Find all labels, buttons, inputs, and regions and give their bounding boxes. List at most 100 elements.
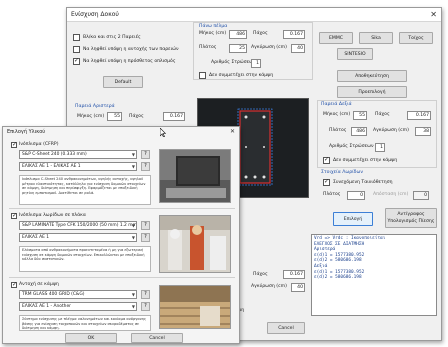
load-default-button[interactable]: Προεπιλογή: [337, 86, 407, 98]
laminate-label: Ινόπλισμα λωρίδων σε πλάκα: [19, 213, 86, 218]
dialog-title: Επιλογή Υλικού: [7, 129, 46, 135]
dialog-titlebar: Επιλογή Υλικού ✕: [3, 127, 239, 137]
cfrp-label: Ινόπλισμα (CFRP): [19, 142, 59, 147]
top-width-input[interactable]: 25: [229, 44, 247, 53]
dialog-ok-button[interactable]: OK: [65, 333, 117, 343]
select-material-button[interactable]: Επιλογή: [333, 212, 373, 226]
left-thickness-label: Πάχος: [129, 114, 144, 119]
results-report[interactable]: Vrd => Vrdc : Ικανοποιείται ΕΛΕΓΧΟΣ ΣΕ Δ…: [311, 234, 437, 316]
cfrp-supplier-info-button[interactable]: ?: [141, 162, 150, 171]
left-length-label: Μήκος (cm): [77, 114, 105, 119]
bottom-thickness-label: Πάχος: [253, 272, 268, 277]
cancel-main-button[interactable]: Cancel: [267, 322, 305, 334]
laminate-supplier-select[interactable]: ΕΛΙΚΑΣ ΑΕ 1 ▼: [19, 233, 137, 242]
trm-checkbox[interactable]: [11, 281, 17, 288]
window-titlebar: Ενίσχυση Δοκού ✕: [67, 8, 441, 22]
cfrp-checkbox[interactable]: [11, 141, 17, 148]
laminate-checkbox[interactable]: [11, 212, 17, 219]
chevron-down-icon: ▼: [131, 304, 135, 309]
cfrp-supplier-select[interactable]: ΕΛΙΚΑΣ ΑΕ 1 - ΕΛΙΚΑΣ ΑΕ 1 ▼: [19, 162, 137, 171]
top-anchor-input[interactable]: 40: [291, 44, 305, 53]
laminate-description: Ελάσματα από ανθρακονήματα προεντεταμένα…: [19, 246, 151, 272]
face-strength-checkbox[interactable]: [73, 46, 80, 53]
left-length-input[interactable]: 55: [107, 112, 122, 121]
top-thickness-input[interactable]: 0.167: [283, 30, 305, 39]
bottom-thickness-input[interactable]: 0.167: [283, 270, 305, 279]
strip-spacing-input[interactable]: 0: [413, 191, 429, 200]
emmc-button[interactable]: ΕΜΜC: [319, 32, 353, 44]
right-layers-label: Αριθμός Στρώσεων: [329, 144, 374, 149]
laminate-info-button[interactable]: ?: [141, 221, 150, 230]
dialog-cancel-button[interactable]: Cancel: [131, 333, 183, 343]
laminate-product-select[interactable]: S&P LAMINATE Type CFK 150/2000 (50 mm) 1…: [19, 221, 137, 230]
trm-info-button[interactable]: ?: [141, 290, 150, 299]
top-length-label: Μήκος (cm): [199, 31, 227, 36]
cfrp-photo-image: [160, 150, 230, 202]
right-width-input[interactable]: 486: [351, 127, 367, 136]
bottom-anchor-label: Αγκύρωση (cm): [251, 284, 287, 289]
left-face-title: Παρειά Αριστερά: [75, 104, 115, 109]
trm-supplier-value: ΕΛΙΚΑΣ ΑΕ 1 - Another: [22, 304, 71, 309]
trm-supplier-info-button[interactable]: ?: [141, 302, 150, 311]
section-divider: [9, 208, 235, 209]
save-settings-button[interactable]: Αποθηκεύτηση: [337, 70, 407, 82]
calc-pressure-line2: Υπολογισμός Πίεσης: [387, 219, 435, 224]
material-selection-dialog: Επιλογή Υλικού ✕ Ινόπλισμα (CFRP) S&P C-…: [2, 126, 240, 344]
right-length-label: Μήκος (cm): [323, 112, 351, 117]
both-faces-checkbox[interactable]: [73, 34, 80, 41]
cfrp-product-select[interactable]: S&P C-Sheet 240 (0.333 mm) ▼: [19, 150, 137, 159]
cfrp-product-value: S&P C-Sheet 240 (0.333 mm): [22, 152, 87, 157]
top-layers-input[interactable]: 1: [251, 59, 261, 68]
trm-photo-image: [160, 286, 230, 328]
strip-width-label: Πλάτος: [323, 192, 341, 197]
sintesio-button[interactable]: SINTESIO: [337, 48, 373, 60]
extra-reinforcement-label: Να ληφθεί υπόψη η πρόσθετος οπλισμός: [83, 59, 176, 64]
trm-product-select[interactable]: TRM GLASS 400 GRID (C&G) ▼: [19, 290, 137, 299]
chevron-down-icon: ▼: [131, 292, 135, 297]
both-faces-label: Βλ/κα και στις 2 Παρειές: [83, 35, 141, 40]
laminate-supplier-info-button[interactable]: ?: [141, 233, 150, 242]
continuous-strips-checkbox[interactable]: [323, 178, 330, 186]
close-icon[interactable]: ✕: [430, 8, 437, 22]
cfrp-info-button[interactable]: ?: [141, 150, 150, 159]
right-no-bending-label: Δεν συμμετέχει στην κάμψη: [333, 158, 398, 163]
tools-button[interactable]: Τοίχος: [399, 32, 433, 44]
dialog-close-icon[interactable]: ✕: [230, 127, 235, 137]
chevron-down-icon: ▼: [131, 235, 135, 240]
cfrp-product-photo: [159, 149, 231, 203]
section-divider: [9, 277, 235, 278]
bottom-anchor-input[interactable]: 40: [291, 283, 305, 292]
trm-product-value: TRM GLASS 400 GRID (C&G): [22, 292, 85, 297]
right-anchor-input[interactable]: 38: [415, 127, 431, 136]
cfrp-supplier-value: ΕΛΙΚΑΣ ΑΕ 1 - ΕΛΙΚΑΣ ΑΕ 1: [22, 164, 81, 169]
laminate-product-value: S&P LAMINATE Type CFK 150/2000 (50 mm) 1…: [22, 223, 137, 228]
right-width-label: Πλάτος: [329, 128, 347, 133]
laminate-supplier-value: ΕΛΙΚΑΣ ΑΕ 1: [22, 235, 50, 240]
chevron-down-icon: ▼: [131, 152, 135, 157]
left-thickness-input[interactable]: 0.167: [163, 112, 185, 121]
right-layers-input[interactable]: 1: [375, 143, 385, 152]
right-length-input[interactable]: 55: [353, 111, 367, 120]
report-line: ε(d)2 = 580686.198: [314, 275, 362, 281]
extra-reinforcement-checkbox[interactable]: [73, 57, 80, 65]
calc-pressure-button[interactable]: Αντίγραφος Υπολογισμός Πίεσης: [385, 208, 437, 228]
trm-supplier-select[interactable]: ΕΛΙΚΑΣ ΑΕ 1 - Another ▼: [19, 302, 137, 311]
right-anchor-label: Αγκύρωση (cm): [373, 128, 409, 133]
top-no-bending-label: Δεν συμμετέχει στην κάμψη: [209, 73, 274, 78]
top-no-bending-checkbox[interactable]: [199, 72, 206, 79]
sika-button[interactable]: Sika: [359, 32, 393, 44]
right-no-bending-checkbox[interactable]: [323, 156, 330, 164]
laminate-photo-image: [160, 216, 230, 272]
top-anchor-label: Αγκύρωση (cm): [251, 45, 287, 50]
right-thickness-input[interactable]: 0.167: [407, 111, 431, 120]
trm-product-photo: [159, 285, 231, 329]
top-width-label: Πλάτος: [199, 45, 217, 50]
trm-description: Σύστημα ενίσχυσης με πλέγμα υαλονημάτων …: [19, 315, 151, 331]
top-flange-title: Πάνω πέλμα: [199, 24, 228, 29]
strip-spacing-label: Απόσταση (cm): [373, 192, 409, 197]
strips-title: Στοιχεία Λωρίδων: [321, 170, 363, 175]
top-length-input[interactable]: 486: [229, 30, 247, 39]
default-button[interactable]: Default: [103, 76, 143, 88]
top-thickness-label: Πάχος: [253, 31, 268, 36]
strip-width-input[interactable]: 0: [347, 191, 365, 200]
